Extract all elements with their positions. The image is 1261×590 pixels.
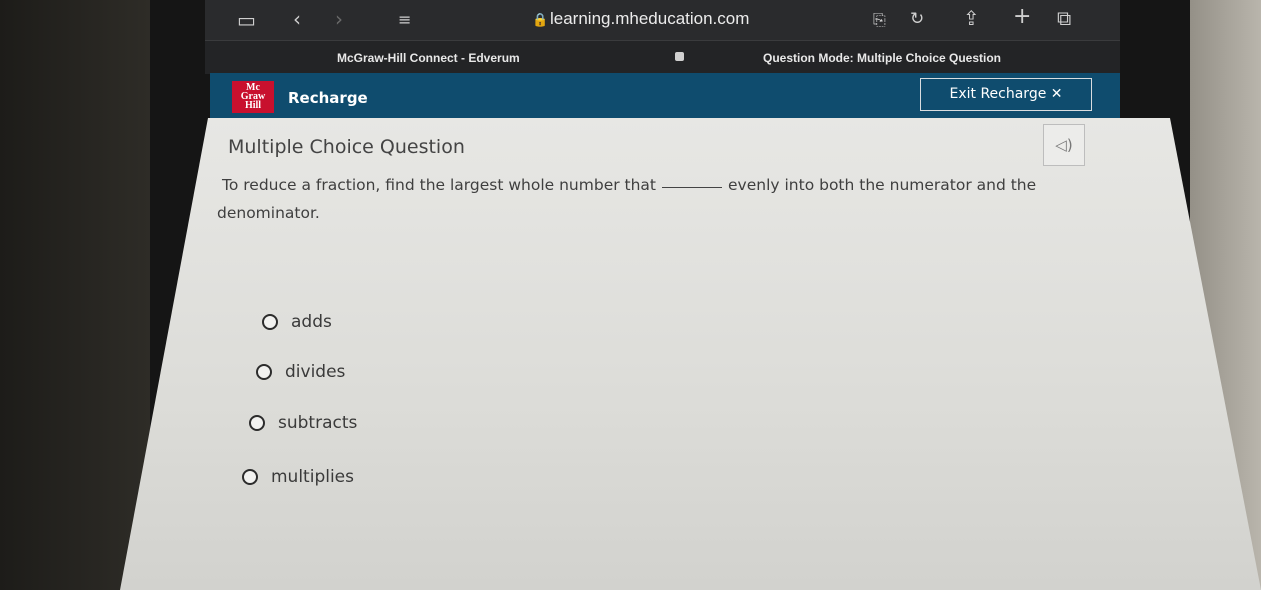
prompt-text-after: evenly into both the numerator and the (728, 176, 1037, 194)
address-bar[interactable]: learning.mheducation.com (550, 9, 749, 29)
question-heading: Multiple Choice Question (228, 136, 465, 158)
forward-icon[interactable]: › (335, 9, 343, 29)
option-multiplies[interactable]: multiplies (242, 467, 354, 487)
question-prompt: To reduce a fraction, find the largest w… (222, 176, 1036, 194)
radio-button[interactable] (249, 415, 265, 431)
option-label: adds (291, 312, 332, 332)
prompt-text-before: To reduce a fraction, find the largest w… (222, 176, 657, 194)
lock-icon: 🔒 (532, 13, 549, 28)
tabs-overview-icon[interactable]: ⧉ (1057, 8, 1071, 28)
exit-recharge-button[interactable]: Exit Recharge ✕ (920, 78, 1092, 111)
tab-connect[interactable]: McGraw-Hill Connect - Edverum (337, 51, 520, 65)
option-label: subtracts (278, 413, 358, 433)
option-label: divides (285, 362, 346, 382)
app-title: Recharge (288, 89, 368, 107)
option-divides[interactable]: divides (256, 362, 345, 382)
radio-button[interactable] (262, 314, 278, 330)
new-tab-icon[interactable]: + (1013, 6, 1031, 28)
sidebar-icon[interactable]: ▭ (237, 10, 256, 30)
option-subtracts[interactable]: subtracts (249, 413, 357, 433)
mcgraw-hill-logo: Mc Graw Hill (232, 81, 274, 113)
reader-icon[interactable]: ≡ (398, 10, 411, 30)
reload-icon[interactable]: ↻ (910, 9, 924, 29)
speaker-icon: ◁) (1055, 136, 1073, 154)
answer-blank (662, 187, 723, 188)
option-adds[interactable]: adds (262, 312, 332, 332)
tab-close-icon[interactable] (675, 52, 684, 61)
browser-toolbar: ▭ ‹ › ≡ 🔒 learning.mheducation.com ⎘ ↻ ⇪… (205, 0, 1120, 40)
radio-button[interactable] (256, 364, 272, 380)
tab-question-mode[interactable]: Question Mode: Multiple Choice Question (763, 51, 1001, 65)
share-page-icon[interactable]: ⎘ (873, 10, 886, 30)
back-icon[interactable]: ‹ (293, 9, 301, 29)
radio-button[interactable] (242, 469, 258, 485)
share-icon[interactable]: ⇪ (963, 8, 980, 28)
prompt-text-line2: denominator. (217, 204, 320, 222)
audio-button[interactable]: ◁) (1043, 124, 1085, 166)
tab-strip: McGraw-Hill Connect - Edverum Question M… (205, 40, 1120, 74)
app-header: Mc Graw Hill Recharge Exit Recharge ✕ (210, 73, 1120, 120)
option-label: multiplies (271, 467, 354, 487)
